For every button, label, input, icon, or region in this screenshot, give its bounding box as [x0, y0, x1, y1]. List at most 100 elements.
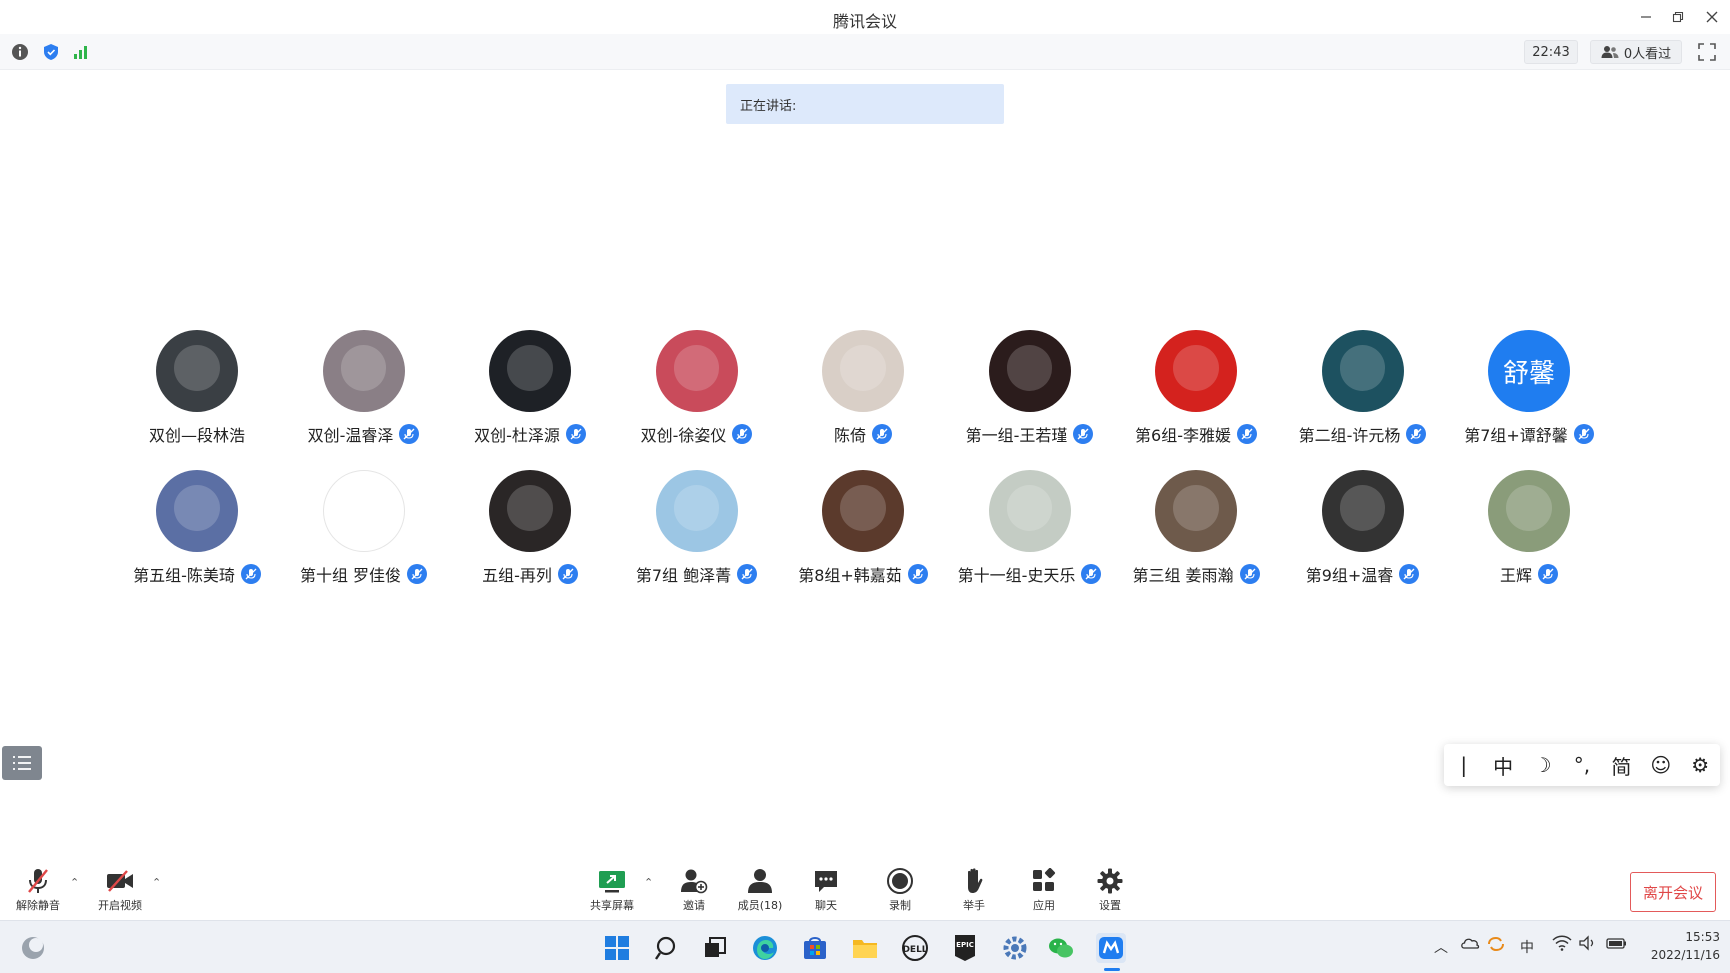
wifi-icon[interactable] — [1552, 935, 1572, 955]
participant-tile[interactable]: 第9组+温睿 — [1280, 470, 1446, 586]
viewers-count[interactable]: 0人看过 — [1590, 40, 1682, 64]
volume-icon[interactable] — [1578, 935, 1596, 955]
task-view-icon[interactable] — [700, 933, 730, 963]
start-menu-icon[interactable] — [602, 933, 632, 963]
participant-tile[interactable]: 第7组 鲍泽菁 — [614, 470, 780, 586]
start-video-button[interactable]: 开启视频 — [90, 866, 150, 913]
file-explorer-icon[interactable] — [850, 933, 880, 963]
raise-hand-icon — [968, 868, 983, 893]
tencent-meeting-taskbar-icon[interactable] — [1096, 933, 1126, 963]
participant-tile[interactable]: 双创-温睿泽 — [281, 330, 447, 446]
participant-tile[interactable]: 第6组-李雅媛 — [1113, 330, 1279, 446]
participant-avatar — [988, 470, 1071, 552]
settings-button[interactable]: 设置 — [1080, 866, 1140, 913]
restore-button[interactable] — [1664, 6, 1692, 28]
ime-emoji-icon[interactable]: ☺ — [1641, 753, 1680, 777]
apps-label: 应用 — [1033, 899, 1055, 912]
avatar-photo — [1006, 484, 1053, 531]
ime-gear-icon[interactable]: ⚙ — [1681, 753, 1720, 777]
ime-halfwidth-moon-icon[interactable]: ☽ — [1523, 753, 1562, 777]
participant-tile[interactable]: 五组-再列 — [447, 470, 613, 586]
participant-avatar — [322, 470, 405, 552]
minimize-icon — [1641, 16, 1651, 18]
wechat-icon[interactable] — [1046, 933, 1076, 963]
participant-tile[interactable]: 陈倚 — [780, 330, 946, 446]
weather-widget-icon[interactable] — [18, 933, 48, 963]
gear-icon — [1097, 868, 1123, 894]
participant-tile[interactable]: 王辉 — [1446, 470, 1612, 586]
dell-app-icon[interactable]: DELL — [900, 933, 930, 963]
participant-tile[interactable]: 第十组 罗佳俊 — [281, 470, 447, 586]
share-options-chevron-icon[interactable]: ⌃ — [644, 876, 653, 889]
epic-games-icon[interactable]: EPIC — [950, 933, 980, 963]
participant-avatar — [988, 330, 1071, 412]
layout-list-button[interactable] — [2, 746, 42, 780]
mic-muted-icon — [732, 424, 753, 444]
participant-name: 第6组-李雅媛 — [1135, 426, 1231, 445]
sync-icon[interactable] — [1486, 935, 1506, 957]
ime-simplified-mode[interactable]: 简 — [1602, 751, 1641, 780]
audio-options-chevron-icon[interactable]: ⌃ — [70, 876, 79, 889]
mic-muted-icon — [1236, 424, 1257, 444]
avatar-photo — [840, 484, 886, 531]
mic-muted-icon — [1399, 564, 1420, 584]
fullscreen-icon[interactable] — [1698, 43, 1716, 61]
participant-avatar — [1155, 330, 1237, 412]
minimize-button[interactable] — [1632, 6, 1660, 28]
speaking-indicator: 正在讲话: — [726, 84, 1004, 124]
video-options-chevron-icon[interactable]: ⌃ — [152, 876, 161, 889]
tray-overflow-chevron-icon[interactable]: ︿ — [1434, 937, 1448, 957]
mic-muted-icon — [872, 424, 892, 444]
participant-name: 第7组+谭舒馨 — [1464, 426, 1568, 445]
input-method-indicator[interactable]: 中 — [1520, 937, 1534, 957]
edge-browser-icon[interactable] — [750, 933, 780, 963]
participant-name: 第一组-王若瑾 — [965, 426, 1068, 445]
battery-icon[interactable] — [1606, 935, 1628, 955]
participant-name-row: 第7组 鲍泽菁 — [614, 562, 780, 586]
mic-muted-icon — [1406, 424, 1427, 444]
clock-date: 2022/11/16 — [1650, 948, 1720, 962]
participant-tile[interactable]: 第五组-陈美琦 — [114, 470, 280, 586]
ime-cursor-icon[interactable]: | — [1444, 753, 1483, 777]
unmute-button[interactable]: 解除静音 — [8, 866, 68, 913]
avatar-photo — [1173, 344, 1219, 391]
members-button[interactable]: 成员(18) — [730, 866, 790, 913]
record-button[interactable]: 录制 — [870, 866, 930, 913]
participant-tile[interactable]: 第一组-王若瑾 — [947, 330, 1113, 446]
ime-punctuation-icon[interactable]: °, — [1562, 753, 1601, 777]
close-icon — [1706, 11, 1718, 23]
ime-chinese-mode[interactable]: 中 — [1483, 751, 1522, 780]
leave-meeting-button[interactable]: 离开会议 — [1630, 872, 1716, 912]
participant-name: 双创-徐姿仪 — [640, 426, 727, 445]
mic-muted-icon — [907, 564, 928, 584]
onedrive-cloud-icon[interactable] — [1460, 935, 1480, 955]
participant-tile[interactable]: 双创-杜泽源 — [447, 330, 613, 446]
participant-name: 五组-再列 — [482, 566, 552, 585]
security-shield-icon[interactable] — [42, 43, 60, 61]
share-screen-button[interactable]: 共享屏幕 — [582, 866, 642, 913]
apps-button[interactable]: 应用 — [1014, 866, 1074, 913]
signal-strength-icon[interactable] — [72, 43, 90, 61]
camera-off-icon — [107, 870, 133, 892]
store-icon[interactable] — [800, 933, 830, 963]
participant-avatar — [489, 470, 571, 552]
participant-tile[interactable]: 双创—段林浩 — [114, 330, 280, 446]
participant-tile[interactable]: 第三组 姜雨瀚 — [1113, 470, 1279, 586]
raise-hand-button[interactable]: 举手 — [944, 866, 1004, 913]
participant-name-row: 第五组-陈美琦 — [114, 562, 280, 586]
participant-tile[interactable]: 第十一组-史天乐 — [947, 470, 1113, 586]
participant-tile[interactable]: 舒馨 第7组+谭舒馨 — [1446, 330, 1612, 446]
system-clock[interactable]: 15:53 2022/11/16 — [1640, 928, 1720, 964]
participant-name: 第二组-许元杨 — [1298, 426, 1401, 445]
participant-tile[interactable]: 双创-徐姿仪 — [614, 330, 780, 446]
invite-button[interactable]: 邀请 — [664, 866, 724, 913]
close-button[interactable] — [1698, 6, 1726, 28]
avatar-photo — [341, 485, 386, 531]
participant-tile[interactable]: 第8组+韩嘉茹 — [780, 470, 946, 586]
settings-app-icon[interactable] — [1000, 933, 1030, 963]
participant-avatar — [822, 470, 904, 552]
info-icon[interactable] — [11, 43, 29, 61]
search-icon[interactable] — [652, 933, 682, 963]
chat-button[interactable]: 聊天 — [796, 866, 856, 913]
participant-tile[interactable]: 第二组-许元杨 — [1280, 330, 1446, 446]
